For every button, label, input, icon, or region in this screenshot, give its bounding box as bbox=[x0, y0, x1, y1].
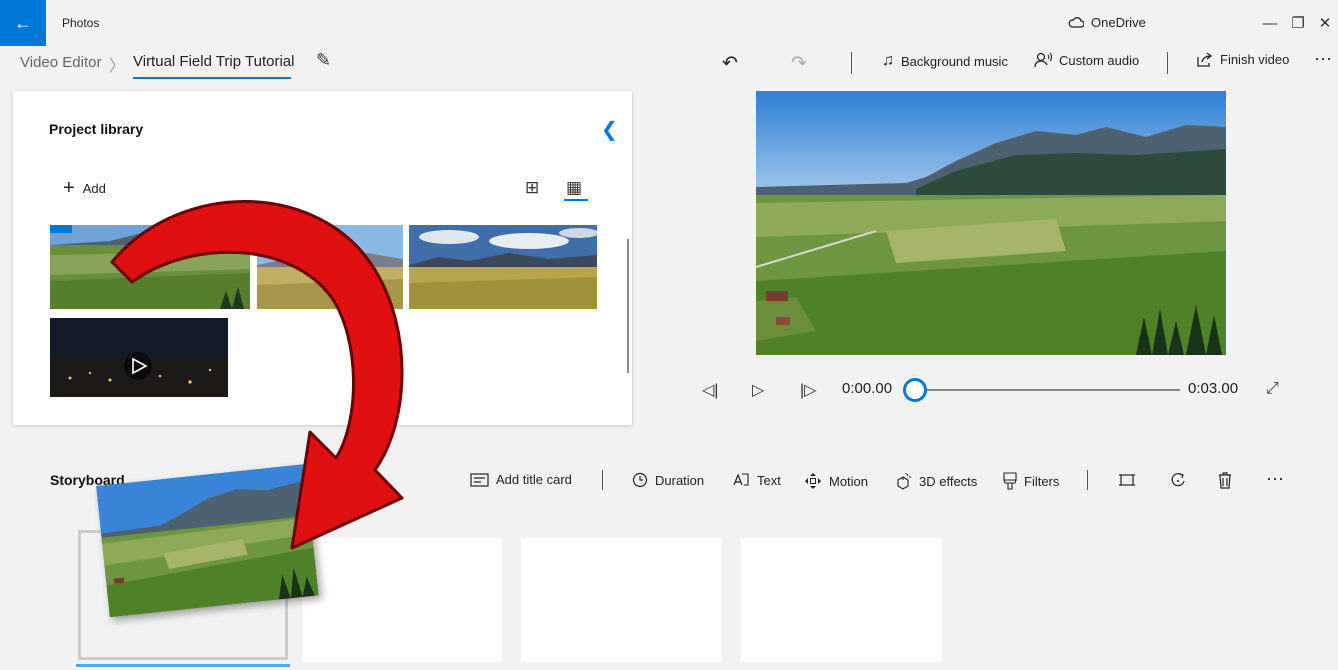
red-drag-arrow-annotation bbox=[110, 200, 404, 550]
